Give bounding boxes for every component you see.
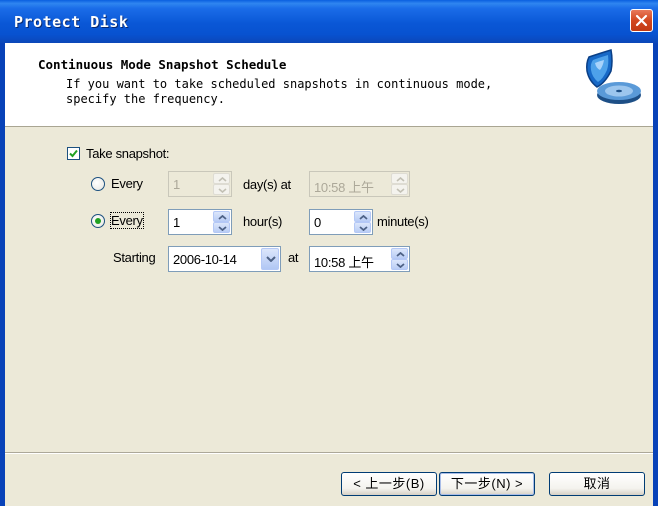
chevron-up-icon (359, 215, 368, 220)
start-date-value: 2006-10-14 (173, 252, 237, 267)
cancel-button[interactable]: 取消 (549, 472, 645, 496)
at-label: at (288, 250, 299, 265)
day-time-down-button[interactable] (391, 184, 408, 195)
close-button[interactable] (630, 9, 653, 32)
wizard-header: Continuous Mode Snapshot Schedule If you… (5, 43, 653, 127)
chevron-down-icon (396, 263, 405, 268)
minutes-value: 0 (314, 215, 321, 230)
take-snapshot-label: Take snapshot: (86, 146, 170, 161)
header-description: If you want to take scheduled snapshots … (66, 77, 493, 106)
button-area-divider (5, 452, 653, 454)
title-bar[interactable]: Protect Disk (0, 0, 658, 43)
chevron-up-icon (218, 177, 227, 182)
day-time-up-button[interactable] (391, 173, 408, 184)
protect-disk-dialog: Protect Disk Continuous Mode Snapshot Sc… (0, 0, 658, 506)
chevron-down-icon (218, 226, 227, 231)
start-date-dropdown-button[interactable] (261, 248, 279, 270)
start-time-down-button[interactable] (391, 259, 408, 270)
checkmark-icon (69, 149, 78, 158)
days-up-button[interactable] (213, 173, 230, 184)
close-icon (635, 14, 648, 27)
minutes-stepper[interactable]: 0 (309, 209, 373, 235)
chevron-down-icon (266, 256, 276, 262)
window-frame-right (653, 43, 658, 506)
header-title: Continuous Mode Snapshot Schedule (38, 57, 287, 72)
hours-stepper[interactable]: 1 (168, 209, 232, 235)
hours-up-button[interactable] (213, 211, 230, 222)
days-value: 1 (173, 177, 180, 192)
hours-unit-label: hour(s) (243, 214, 283, 229)
chevron-up-icon (396, 252, 405, 257)
minutes-down-button[interactable] (354, 222, 371, 233)
days-stepper[interactable]: 1 (168, 171, 232, 197)
window-title: Protect Disk (14, 13, 129, 31)
chevron-down-icon (359, 226, 368, 231)
starting-label: Starting (113, 250, 156, 265)
chevron-down-icon (218, 188, 227, 193)
chevron-up-icon (396, 177, 405, 182)
wizard-body: Take snapshot: Every 1 day(s) at 10:58 上… (5, 128, 653, 506)
start-time-value: 10:58 上午 (314, 255, 374, 270)
every-hour-label: Every (110, 212, 144, 229)
every-day-radio[interactable] (91, 177, 105, 191)
take-snapshot-checkbox[interactable] (67, 147, 80, 160)
chevron-down-icon (396, 188, 405, 193)
radio-selected-dot (95, 218, 101, 224)
back-button[interactable]: < 上一步(B) (341, 472, 437, 496)
next-button[interactable]: 下一步(N) > (439, 472, 535, 496)
hours-value: 1 (173, 215, 180, 230)
start-time-picker[interactable]: 10:58 上午 (309, 246, 410, 272)
day-time-picker[interactable]: 10:58 上午 (309, 171, 410, 197)
hours-down-button[interactable] (213, 222, 230, 233)
every-day-label: Every (111, 176, 143, 191)
minutes-unit-label: minute(s) (377, 214, 429, 229)
days-down-button[interactable] (213, 184, 230, 195)
start-time-up-button[interactable] (391, 248, 408, 259)
chevron-up-icon (218, 215, 227, 220)
shield-disk-icon (581, 47, 643, 112)
start-date-dropdown[interactable]: 2006-10-14 (168, 246, 281, 272)
days-unit-label: day(s) at (243, 177, 291, 192)
day-time-value: 10:58 上午 (314, 180, 374, 195)
minutes-up-button[interactable] (354, 211, 371, 222)
every-hour-radio[interactable] (91, 214, 105, 228)
